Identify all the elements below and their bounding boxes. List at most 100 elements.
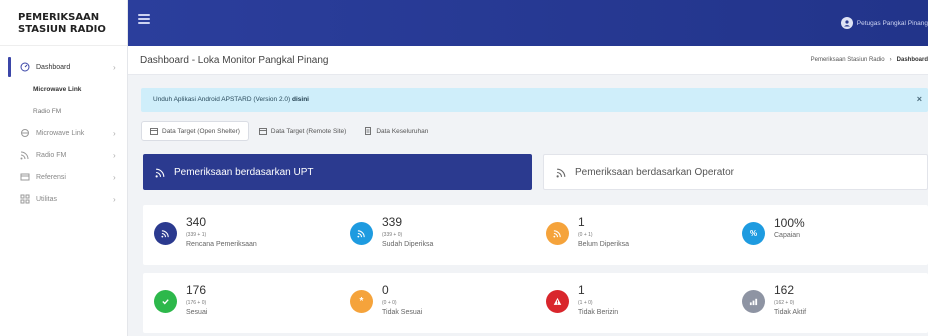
- check-icon: [154, 290, 177, 313]
- stat-label: Tidak Aktif: [774, 309, 807, 316]
- sidebar-item-referensi[interactable]: Referensi ›: [0, 166, 127, 188]
- calendar-icon: [150, 127, 158, 135]
- sidebar-nav: Dashboard › Microwave Link Radio FM Micr…: [0, 46, 127, 210]
- sidebar-item-label: Referensi: [36, 173, 66, 181]
- page-title: Dashboard - Loka Monitor Pangkal Pinang: [140, 55, 329, 66]
- tab-label: Data Target (Open Shelter): [162, 127, 240, 135]
- info-alert: Unduh Aplikasi Android APSTARD (Version …: [141, 88, 928, 112]
- stat-tidak-sesuai[interactable]: * 0 (0 + 0) Tidak Sesuai: [339, 273, 535, 333]
- stat-label: Tidak Sesuai: [382, 309, 423, 316]
- stat-value: 176: [186, 283, 207, 297]
- chevron-right-icon: ›: [113, 151, 116, 160]
- stat-value: 162: [774, 283, 795, 297]
- upt-inspection-button[interactable]: Pemeriksaan berdasarkan UPT: [143, 154, 532, 190]
- sidebar-item-radio-fm[interactable]: Radio FM ›: [0, 144, 127, 166]
- stat-breakdown: (176 + 0): [186, 300, 207, 306]
- chevron-right-icon: ›: [113, 173, 116, 182]
- operator-button-label: Pemeriksaan berdasarkan Operator: [575, 166, 734, 178]
- stats-row-results: 176 (176 + 0) Sesuai * 0 (0 + 0) Tidak S…: [143, 273, 928, 333]
- operator-inspection-button[interactable]: Pemeriksaan berdasarkan Operator: [543, 154, 928, 190]
- chevron-right-icon: ›: [113, 129, 116, 138]
- sidebar-item-microwave-link[interactable]: Microwave Link ›: [0, 122, 127, 144]
- brand-line-1: PEMERIKSAAN: [18, 12, 100, 23]
- stat-rencana-pemeriksaan[interactable]: 340 (339 + 1) Rencana Pemeriksaan: [143, 205, 339, 265]
- stat-belum-diperiksa[interactable]: 1 (0 + 1) Belum Diperiksa: [535, 205, 731, 265]
- user-name: Petugas Pangkal Pinang: [856, 19, 928, 27]
- upt-button-label: Pemeriksaan berdasarkan UPT: [174, 166, 314, 178]
- alert-text: Unduh Aplikasi Android APSTARD (Version …: [153, 96, 291, 103]
- chevron-right-icon: ›: [113, 195, 116, 204]
- link-icon: [20, 128, 30, 138]
- alert-download-link[interactable]: disini: [292, 96, 309, 103]
- chevron-right-icon: ›: [113, 63, 116, 72]
- stat-label: Capaian: [774, 232, 801, 239]
- brand-line-2: STASIUN RADIO: [18, 24, 106, 35]
- stat-value: 100%: [774, 216, 805, 230]
- sidebar: PEMERIKSAAN STASIUN RADIO Dashboard › Mi…: [0, 0, 128, 336]
- stat-breakdown: (0 + 0): [382, 300, 397, 306]
- stat-label: Rencana Pemeriksaan: [186, 241, 257, 248]
- signal-icon: [20, 150, 30, 160]
- breadcrumb: Pemeriksaan Stasiun Radio › Dashboard: [811, 57, 928, 63]
- reference-icon: [20, 172, 30, 182]
- stat-breakdown: (339 + 0): [382, 232, 403, 238]
- stat-breakdown: (0 + 1): [578, 232, 593, 238]
- calendar-icon: [259, 127, 267, 135]
- top-bar: Petugas Pangkal Pinang: [128, 0, 928, 46]
- signal-icon: [155, 167, 166, 178]
- percent-icon: %: [742, 222, 765, 245]
- stat-value: 1: [578, 283, 585, 297]
- bars-icon: [742, 290, 765, 313]
- stat-breakdown: (162 + 0): [774, 300, 795, 306]
- grid-icon: [20, 194, 30, 204]
- stat-sesuai[interactable]: 176 (176 + 0) Sesuai: [143, 273, 339, 333]
- stat-tidak-berizin[interactable]: 1 (1 + 0) Tidak Berizin: [535, 273, 731, 333]
- signal-icon: [154, 222, 177, 245]
- app-brand[interactable]: PEMERIKSAAN STASIUN RADIO: [0, 0, 127, 46]
- page-header: Dashboard - Loka Monitor Pangkal Pinang …: [128, 46, 928, 75]
- stat-tidak-aktif[interactable]: 162 (162 + 0) Tidak Aktif: [731, 273, 928, 333]
- stat-label: Belum Diperiksa: [578, 241, 629, 248]
- sidebar-item-dashboard[interactable]: Dashboard ›: [0, 56, 127, 78]
- stat-breakdown: (339 + 1): [186, 232, 207, 238]
- sidebar-item-utilitas[interactable]: Utilitas ›: [0, 188, 127, 210]
- warning-icon: [546, 290, 569, 313]
- tab-label: Data Target (Remote Site): [270, 127, 347, 135]
- sidebar-subitem-microwave-link[interactable]: Microwave Link: [0, 78, 127, 100]
- chevron-right-icon: ›: [889, 57, 892, 63]
- sidebar-item-label: Dashboard: [36, 63, 71, 71]
- asterisk-icon: *: [350, 290, 373, 313]
- signal-icon: [556, 167, 567, 178]
- menu-icon[interactable]: [138, 14, 150, 26]
- stat-value: 0: [382, 283, 389, 297]
- sidebar-item-label: Microwave Link: [36, 129, 85, 137]
- tab-bar: Data Target (Open Shelter) Data Target (…: [141, 121, 438, 141]
- stat-capaian[interactable]: % 100% Capaian: [731, 205, 928, 265]
- dashboard-icon: [20, 62, 30, 72]
- close-icon[interactable]: ×: [917, 94, 922, 104]
- sidebar-subitem-radio-fm[interactable]: Radio FM: [0, 100, 127, 122]
- stat-label: Sesuai: [186, 309, 208, 316]
- stats-row-inspection: 340 (339 + 1) Rencana Pemeriksaan 339 (3…: [143, 205, 928, 265]
- tab-data-keseluruhan[interactable]: Data Keseluruhan: [356, 121, 436, 141]
- tab-open-shelter[interactable]: Data Target (Open Shelter): [141, 121, 249, 141]
- stat-sudah-diperiksa[interactable]: 339 (339 + 0) Sudah Diperiksa: [339, 205, 535, 265]
- alert-message: Unduh Aplikasi Android APSTARD (Version …: [153, 96, 309, 103]
- signal-icon: [546, 222, 569, 245]
- user-menu[interactable]: Petugas Pangkal Pinang: [840, 17, 928, 29]
- tab-remote-site[interactable]: Data Target (Remote Site): [251, 121, 354, 141]
- stat-label: Sudah Diperiksa: [382, 241, 434, 248]
- stat-breakdown: (1 + 0): [578, 300, 593, 306]
- sidebar-item-label: Radio FM: [36, 151, 67, 159]
- breadcrumb-current: Dashboard: [896, 57, 928, 63]
- stat-value: 340: [186, 215, 207, 229]
- stat-label: Tidak Berizin: [578, 309, 619, 316]
- stat-value: 1: [578, 215, 585, 229]
- avatar: [840, 17, 853, 29]
- signal-icon: [350, 222, 373, 245]
- tab-label: Data Keseluruhan: [376, 127, 429, 135]
- breadcrumb-link[interactable]: Pemeriksaan Stasiun Radio: [811, 57, 885, 63]
- file-icon: [364, 127, 372, 135]
- sidebar-item-label: Utilitas: [36, 195, 58, 203]
- stat-value: 339: [382, 215, 403, 229]
